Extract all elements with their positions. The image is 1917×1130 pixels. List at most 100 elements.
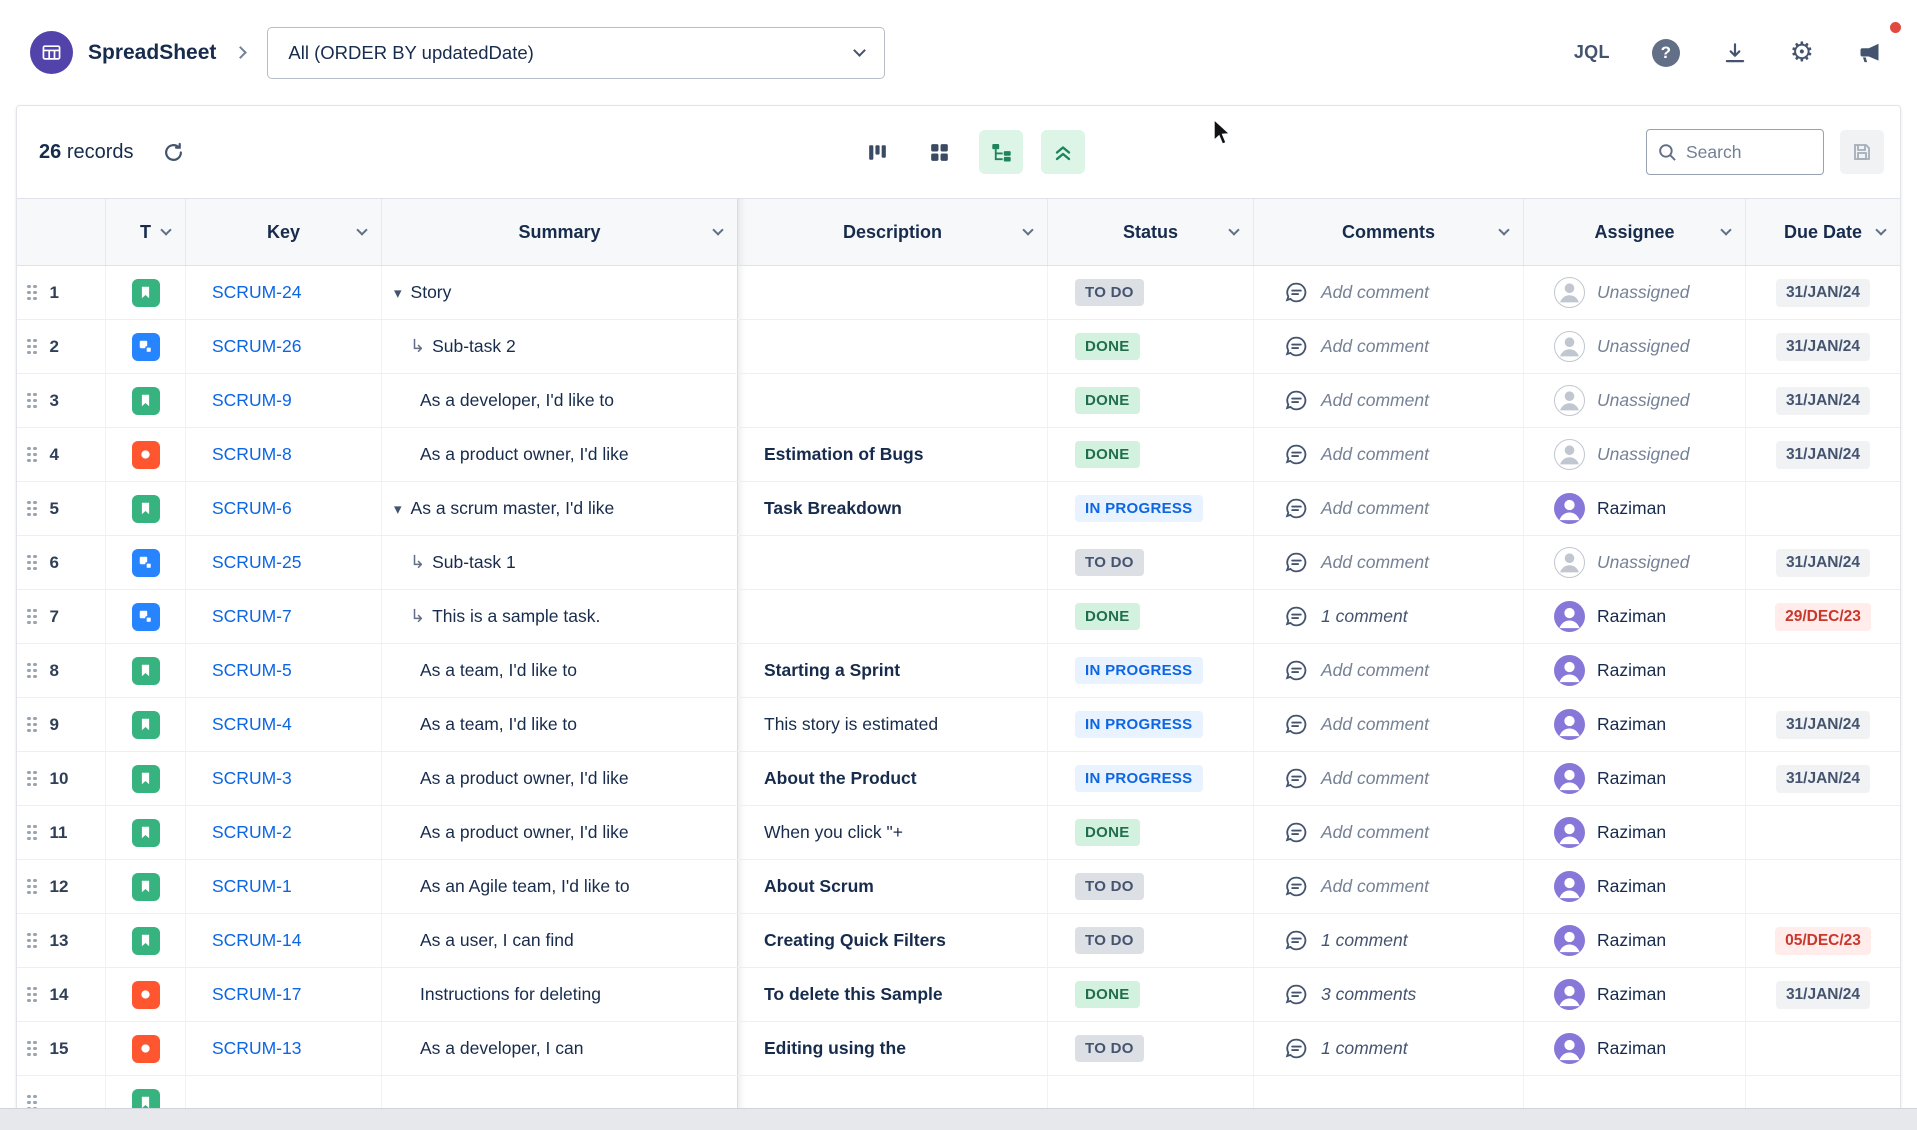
help-icon[interactable]: ? (1652, 39, 1680, 67)
due-date-cell[interactable]: 31/JAN/24 (1745, 374, 1900, 427)
comments-cell[interactable]: 3 comments (1253, 968, 1523, 1021)
assignee-cell[interactable]: Unassigned (1523, 320, 1745, 373)
column-header-status[interactable]: Status (1047, 199, 1253, 265)
description-cell[interactable]: When you click "+ (737, 806, 1047, 859)
column-header-description[interactable]: Description (737, 199, 1047, 265)
comments-cell[interactable]: 1 comment (1253, 914, 1523, 967)
summary-cell[interactable] (381, 1076, 737, 1108)
assignee-cell[interactable]: Raziman (1523, 860, 1745, 913)
issue-key-link[interactable]: SCRUM-2 (212, 822, 292, 843)
drag-handle-icon[interactable] (27, 393, 31, 397)
assignee-cell[interactable]: Raziman (1523, 1022, 1745, 1075)
description-cell[interactable]: Task Breakdown (737, 482, 1047, 535)
status-cell[interactable]: DONE (1047, 374, 1253, 427)
download-button[interactable] (1722, 40, 1748, 66)
drag-handle-icon[interactable] (27, 879, 31, 883)
drag-handle-icon[interactable] (27, 1041, 31, 1045)
issue-key-link[interactable]: SCRUM-26 (212, 336, 301, 357)
due-date-cell[interactable] (1745, 806, 1900, 859)
comments-cell[interactable]: Add comment (1253, 644, 1523, 697)
summary-cell[interactable]: Instructions for deleting (381, 968, 737, 1021)
comments-cell[interactable]: Add comment (1253, 428, 1523, 481)
due-date-cell[interactable]: 31/JAN/24 (1745, 752, 1900, 805)
description-cell[interactable] (737, 590, 1047, 643)
comments-cell[interactable]: 1 comment (1253, 1022, 1523, 1075)
announcements-button[interactable] (1856, 39, 1883, 66)
description-cell[interactable] (737, 374, 1047, 427)
status-cell[interactable]: IN PROGRESS (1047, 482, 1253, 535)
assignee-cell[interactable]: Raziman (1523, 482, 1745, 535)
description-cell[interactable] (737, 320, 1047, 373)
due-date-cell[interactable]: 31/JAN/24 (1745, 320, 1900, 373)
assignee-cell[interactable]: Unassigned (1523, 374, 1745, 427)
refresh-button[interactable] (162, 141, 185, 164)
drag-handle-icon[interactable] (27, 609, 31, 613)
drag-handle-icon[interactable] (27, 285, 31, 289)
status-cell[interactable]: DONE (1047, 806, 1253, 859)
collapse-expand-icon[interactable]: ▾ (394, 284, 402, 302)
issue-key-link[interactable]: SCRUM-3 (212, 768, 292, 789)
status-cell[interactable] (1047, 1076, 1253, 1108)
summary-cell[interactable]: As an Agile team, I'd like to (381, 860, 737, 913)
drag-handle-icon[interactable] (27, 933, 31, 937)
issue-key-link[interactable]: SCRUM-17 (212, 984, 301, 1005)
comments-cell[interactable]: Add comment (1253, 806, 1523, 859)
assignee-cell[interactable]: Raziman (1523, 806, 1745, 859)
description-cell[interactable]: Creating Quick Filters (737, 914, 1047, 967)
assignee-cell[interactable]: Raziman (1523, 968, 1745, 1021)
search-input[interactable] (1686, 142, 1796, 163)
column-header-comments[interactable]: Comments (1253, 199, 1523, 265)
description-cell[interactable]: To delete this Sample (737, 968, 1047, 1021)
assignee-cell[interactable]: Raziman (1523, 644, 1745, 697)
status-cell[interactable]: DONE (1047, 428, 1253, 481)
comments-cell[interactable]: Add comment (1253, 752, 1523, 805)
assignee-cell[interactable]: Raziman (1523, 698, 1745, 751)
jql-button[interactable]: JQL (1574, 42, 1610, 63)
summary-cell[interactable]: ▾Story (381, 266, 737, 319)
summary-cell[interactable]: As a team, I'd like to (381, 698, 737, 751)
comments-cell[interactable]: Add comment (1253, 860, 1523, 913)
drag-handle-icon[interactable] (27, 771, 31, 775)
due-date-cell[interactable] (1745, 644, 1900, 697)
settings-button[interactable]: ⚙ (1790, 39, 1814, 66)
drag-handle-icon[interactable] (27, 555, 31, 559)
issue-key-link[interactable]: SCRUM-5 (212, 660, 292, 681)
summary-cell[interactable]: As a product owner, I'd like (381, 428, 737, 481)
summary-cell[interactable]: ↳Sub-task 2 (381, 320, 737, 373)
due-date-cell[interactable] (1745, 1076, 1900, 1108)
issue-key-link[interactable]: SCRUM-14 (212, 930, 301, 951)
status-cell[interactable]: DONE (1047, 320, 1253, 373)
drag-handle-icon[interactable] (27, 339, 31, 343)
description-cell[interactable]: About Scrum (737, 860, 1047, 913)
summary-cell[interactable]: As a developer, I'd like to (381, 374, 737, 427)
comments-cell[interactable]: 1 comment (1253, 590, 1523, 643)
summary-cell[interactable]: ▾As a scrum master, I'd like (381, 482, 737, 535)
column-header-type[interactable]: T (105, 199, 185, 265)
drag-handle-icon[interactable] (27, 717, 31, 721)
assignee-cell[interactable]: Raziman (1523, 752, 1745, 805)
status-cell[interactable]: DONE (1047, 590, 1253, 643)
status-cell[interactable]: IN PROGRESS (1047, 698, 1253, 751)
column-header-due-date[interactable]: Due Date (1745, 199, 1900, 265)
description-cell[interactable]: Editing using the (737, 1022, 1047, 1075)
column-header-summary[interactable]: Summary (381, 199, 737, 265)
due-date-cell[interactable]: 31/JAN/24 (1745, 698, 1900, 751)
filter-dropdown[interactable]: All (ORDER BY updatedDate) (267, 27, 885, 79)
assignee-cell[interactable] (1523, 1076, 1745, 1108)
drag-handle-icon[interactable] (27, 501, 31, 505)
status-cell[interactable]: TO DO (1047, 1022, 1253, 1075)
grid-view-button[interactable] (917, 130, 961, 174)
comments-cell[interactable]: Add comment (1253, 374, 1523, 427)
issue-key-link[interactable]: SCRUM-9 (212, 390, 292, 411)
comments-cell[interactable]: Add comment (1253, 320, 1523, 373)
status-cell[interactable]: TO DO (1047, 536, 1253, 589)
drag-handle-icon[interactable] (27, 987, 31, 991)
due-date-cell[interactable]: 31/JAN/24 (1745, 428, 1900, 481)
search-box[interactable] (1646, 129, 1824, 175)
issue-key-link[interactable]: SCRUM-8 (212, 444, 292, 465)
status-cell[interactable]: TO DO (1047, 266, 1253, 319)
due-date-cell[interactable] (1745, 1022, 1900, 1075)
description-cell[interactable] (737, 1076, 1047, 1108)
status-cell[interactable]: DONE (1047, 968, 1253, 1021)
collapse-expand-icon[interactable]: ▾ (394, 500, 402, 518)
